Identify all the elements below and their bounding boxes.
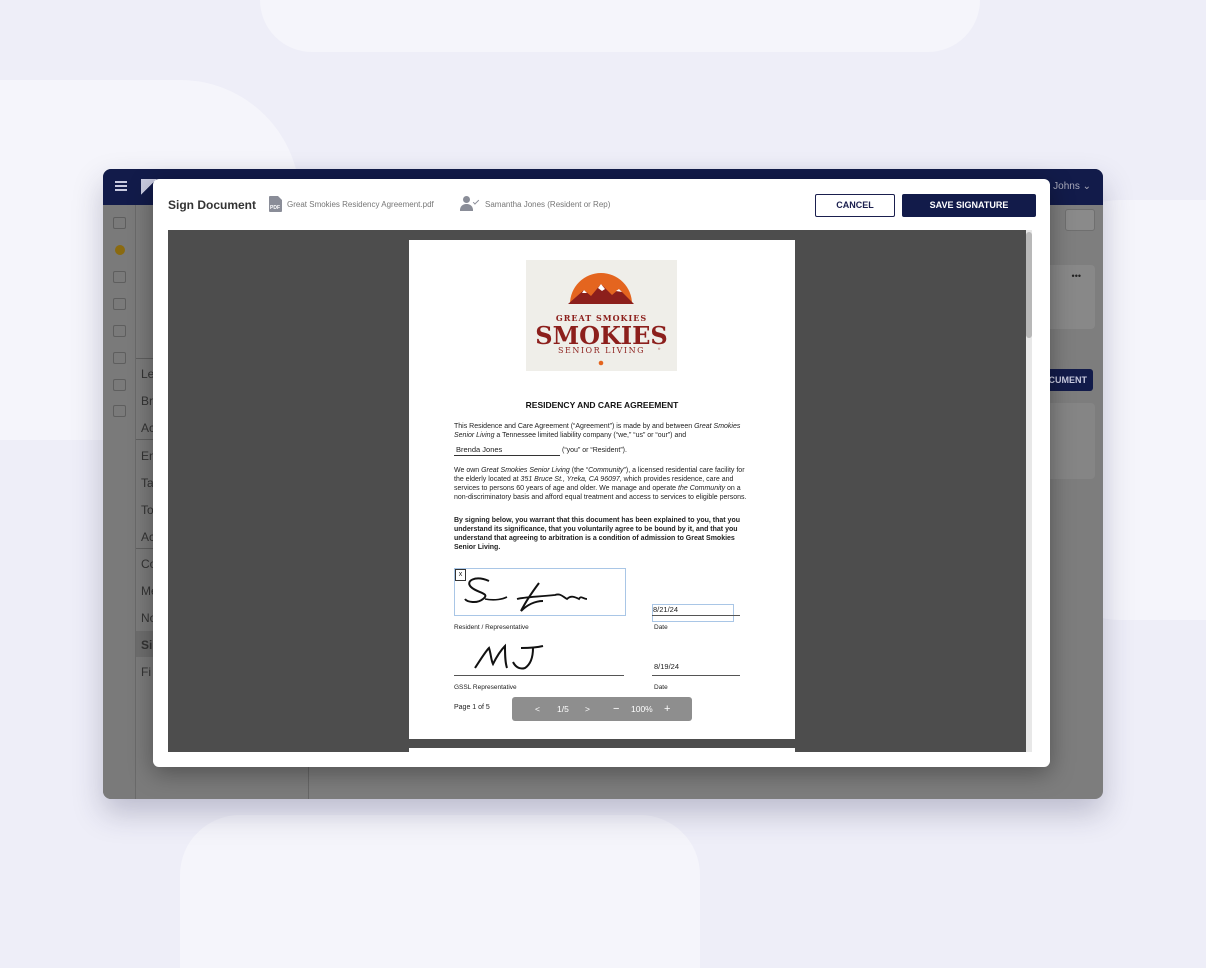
resident-signature — [464, 577, 588, 612]
building-icon[interactable] — [113, 379, 126, 391]
zoom-in-button[interactable]: + — [664, 697, 670, 721]
gssl-date-value: 8/19/24 — [654, 662, 680, 671]
prev-page-button[interactable]: < — [535, 697, 540, 721]
panel-item[interactable]: To — [141, 503, 154, 517]
group-icon[interactable] — [113, 325, 126, 337]
company-logo: ® GREAT SMOKIES SMOKIES SENIOR LIVING — [526, 260, 677, 371]
resident-name-suffix: (“you” or “Resident”). — [562, 447, 627, 454]
modal-title: Sign Document — [168, 198, 257, 212]
background-shape — [260, 0, 980, 52]
clear-signature-button[interactable]: x — [455, 569, 466, 581]
modal-header: Sign Document PDF Great Smokies Residenc… — [153, 179, 1050, 230]
panel-item-active[interactable]: Si — [141, 638, 152, 652]
calendar-icon[interactable] — [113, 217, 126, 229]
agreement-title: RESIDENCY AND CARE AGREEMENT — [525, 400, 679, 410]
person-icon[interactable] — [115, 245, 125, 255]
page-count-text: Page 1 of 5 — [454, 704, 490, 711]
background-shape — [180, 815, 700, 968]
gssl-signature-line — [454, 675, 624, 676]
logo-line-3: SENIOR LIVING — [558, 346, 645, 355]
viewer-scrollbar-thumb[interactable] — [1026, 232, 1032, 338]
user-check-icon — [460, 196, 480, 212]
viewer-scrollbar[interactable] — [1026, 230, 1032, 752]
more-icon[interactable]: ••• — [1072, 271, 1081, 281]
chevron-down-icon: ⌄ — [1082, 181, 1091, 192]
panel-item[interactable]: Br — [141, 394, 153, 408]
agreement-paragraph-3: By signing below, you warrant that this … — [454, 517, 740, 551]
panel-item[interactable]: Ta — [141, 476, 154, 490]
notes-icon[interactable] — [113, 271, 126, 283]
gssl-signature-label: GSSL Representative — [454, 684, 517, 691]
resident-signature-field[interactable] — [454, 568, 626, 616]
document-viewer[interactable]: ® GREAT SMOKIES SMOKIES SENIOR LIVING RE… — [168, 230, 1032, 752]
signer-chip: Samantha Jones (Resident or Rep) — [460, 196, 610, 212]
next-page-button[interactable]: > — [585, 697, 590, 721]
resident-signature-label: Resident / Representative — [454, 624, 529, 631]
save-signature-button[interactable]: SAVE SIGNATURE — [902, 194, 1036, 217]
page-zoom-toolbar: < 1/5 > − 100% + — [512, 697, 692, 721]
file-name: Great Smokies Residency Agreement.pdf — [287, 199, 434, 209]
agreement-paragraph-1: This Residence and Care Agreement (“Agre… — [454, 423, 741, 439]
schedule-icon[interactable] — [113, 298, 126, 310]
resident-date-label: Date — [654, 624, 668, 631]
agreement-paragraph-2: We own Great Smokies Senior Living (the … — [454, 467, 747, 501]
app-dropdown[interactable] — [1065, 209, 1095, 231]
zoom-out-button[interactable]: − — [613, 697, 619, 721]
gssl-signature — [474, 643, 544, 670]
signer-name: Samantha Jones (Resident or Rep) — [485, 199, 611, 209]
resident-date-line — [652, 615, 740, 616]
panel-item[interactable]: Fi — [141, 665, 151, 679]
file-chip: PDF Great Smokies Residency Agreement.pd… — [269, 196, 434, 212]
pdf-file-icon: PDF — [269, 196, 282, 212]
gssl-date-label: Date — [654, 684, 668, 691]
document-page: ® GREAT SMOKIES SMOKIES SENIOR LIVING RE… — [409, 240, 795, 739]
pdf-file-type: PDF — [270, 205, 280, 211]
app-icon-rail — [103, 205, 136, 799]
user-name: e Johns — [1044, 181, 1080, 192]
gssl-date-line — [652, 675, 740, 676]
sign-document-modal: Sign Document PDF Great Smokies Residenc… — [153, 179, 1050, 767]
user-menu[interactable]: e Johns ⌄ — [1045, 181, 1091, 192]
hamburger-menu-icon[interactable] — [115, 181, 127, 191]
zoom-level: 100% — [631, 704, 653, 714]
clipboard-icon[interactable] — [113, 405, 126, 417]
megaphone-icon[interactable] — [113, 352, 126, 364]
current-page: 1/5 — [557, 704, 569, 714]
document-page-next — [409, 748, 795, 752]
resident-name-field: Brenda Jones — [454, 445, 560, 456]
cancel-button[interactable]: CANCEL — [815, 194, 895, 217]
resident-date-value: 8/21/24 — [653, 605, 679, 614]
